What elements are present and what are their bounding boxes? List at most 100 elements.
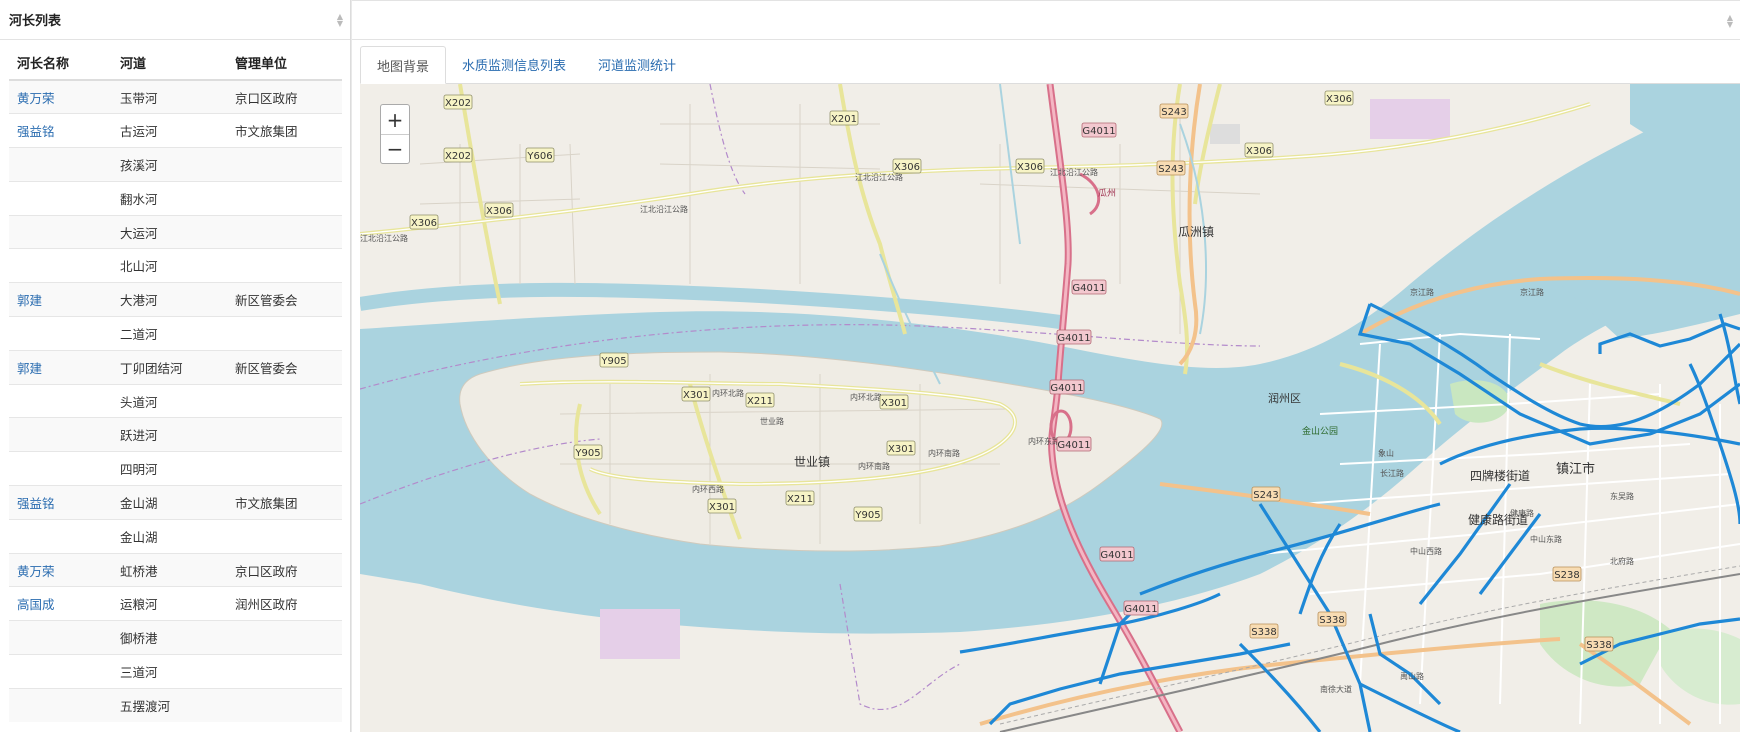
svg-text:X202: X202 (445, 98, 471, 109)
svg-text:X306: X306 (1017, 162, 1043, 173)
cell-river: 四明河 (112, 451, 227, 486)
svg-text:X211: X211 (787, 494, 813, 505)
table-row[interactable]: 金山湖 (9, 518, 342, 554)
svg-text:G4011: G4011 (1082, 126, 1115, 137)
chief-name-link[interactable]: 郭建 (17, 361, 42, 376)
road-name: 江北沿江公路 (360, 233, 408, 243)
chief-name-link[interactable]: 强益铭 (17, 124, 55, 139)
table-row[interactable]: 二道河 (9, 316, 342, 351)
cell-chief (9, 248, 112, 283)
collapse-arrows-icon[interactable]: ▲ ▼ (336, 13, 344, 28)
table-row[interactable]: 头道河 (9, 383, 342, 418)
cell-management-unit (227, 417, 342, 452)
provincial-badge-s243: S243 (1159, 103, 1189, 119)
cell-management-unit (227, 180, 342, 216)
svg-text:S243: S243 (1253, 490, 1278, 501)
cell-river: 大港河 (112, 282, 227, 317)
chief-name-link[interactable]: 高国成 (17, 597, 55, 612)
zoom-out-button[interactable]: − (381, 134, 409, 163)
road-badge-x301: X301 (886, 440, 916, 456)
panel-title: 河长列表 (9, 14, 62, 29)
cell-chief (9, 417, 112, 452)
table-row[interactable]: 翻水河 (9, 180, 342, 216)
cell-river: 翻水河 (112, 180, 227, 216)
cell-management-unit (227, 248, 342, 283)
provincial-badge-s243: S243 (1156, 160, 1186, 176)
table-row[interactable]: 孩溪河 (9, 147, 342, 182)
table-row[interactable]: 郭建 丁卯团结河 新区管委会 (9, 349, 342, 385)
cell-chief (9, 214, 112, 249)
cell-management-unit: 润州区政府 (227, 586, 342, 621)
road-badge-x202: X202 (443, 94, 473, 110)
cell-river: 玉带河 (112, 79, 227, 114)
road-badge-x202: X202 (443, 147, 473, 163)
chief-name-link[interactable]: 强益铭 (17, 496, 55, 511)
table-row[interactable]: 御桥港 (9, 620, 342, 655)
road-name: 内环南路 (858, 461, 890, 471)
table-row[interactable]: 强益铭 金山湖 市文旅集团 (9, 485, 342, 520)
table-row[interactable]: 五摆渡河 (9, 687, 342, 723)
cell-river: 金山湖 (112, 485, 227, 520)
cell-chief: 黄万荣 (9, 552, 112, 587)
table-row[interactable]: 高国成 运粮河 润州区政府 (9, 586, 342, 621)
svg-text:X306: X306 (1326, 94, 1352, 105)
cell-management-unit (227, 620, 342, 655)
table-row[interactable]: 强益铭 古运河 市文旅集团 (9, 113, 342, 148)
svg-text:Y905: Y905 (600, 356, 626, 367)
map-view[interactable]: 瓜洲镇 世业镇 润州区 金山公园 四牌楼街道 镇江市 健康路街道 瓜州 江北沿江… (360, 84, 1740, 732)
table-row[interactable]: 大运河 (9, 214, 342, 249)
cell-river: 金山湖 (112, 518, 227, 554)
cell-river: 五摆渡河 (112, 687, 227, 723)
table-row[interactable]: 四明河 (9, 451, 342, 486)
road-badge-x306: X306 (484, 202, 514, 218)
svg-text:Y905: Y905 (854, 510, 880, 521)
road-badge-y905: Y905 (599, 352, 629, 368)
table-row[interactable]: 北山河 (9, 248, 342, 283)
map-canvas[interactable]: 瓜洲镇 世业镇 润州区 金山公园 四牌楼街道 镇江市 健康路街道 瓜州 江北沿江… (360, 84, 1740, 732)
cell-management-unit (227, 147, 342, 182)
cell-management-unit (227, 383, 342, 418)
svg-text:X306: X306 (411, 218, 437, 229)
cell-management-unit (227, 214, 342, 249)
road-badge-x306: X306 (1015, 158, 1045, 174)
chief-name-link[interactable]: 黄万荣 (17, 564, 55, 579)
cell-chief (9, 180, 112, 216)
tab-map-background[interactable]: 地图背景 (360, 46, 447, 84)
road-badge-x306: X306 (1324, 90, 1354, 106)
road-name: 东吴路 (1610, 491, 1634, 501)
road-name: 京江路 (1520, 287, 1544, 297)
road-name: 江北沿江公路 (855, 172, 903, 182)
highway-badge-g4011: G4011 (1056, 436, 1092, 452)
svg-text:S338: S338 (1251, 627, 1276, 638)
zoom-control: + − (380, 104, 410, 164)
highway-badge-g4011: G4011 (1049, 379, 1085, 395)
road-name: 中山东路 (1530, 534, 1562, 544)
road-name: 南徐大道 (1320, 684, 1352, 694)
tab-river-statistics[interactable]: 河道监测统计 (582, 45, 692, 83)
svg-text:X301: X301 (683, 390, 709, 401)
label-guazhou: 瓜州 (1098, 188, 1116, 199)
column-header-chief[interactable]: 河长名称 (9, 46, 112, 81)
table-row[interactable]: 郭建 大港河 新区管委会 (9, 282, 342, 317)
chief-name-link[interactable]: 郭建 (17, 293, 42, 308)
table-row[interactable]: 黄万荣 虹桥港 京口区政府 (9, 552, 342, 587)
column-header-unit[interactable]: 管理单位 (227, 46, 342, 81)
river-chief-panel: 河长列表 ▲ ▼ 河长名称 河道 管理单位 黄万荣 玉带河 京口区政府 强益铭 古运河 市文… (0, 0, 351, 732)
panel-header: 河长列表 ▲ ▼ (0, 0, 350, 40)
road-name: 长江路 (1380, 468, 1404, 478)
table-row[interactable]: 三道河 (9, 654, 342, 689)
column-header-river[interactable]: 河道 (112, 46, 227, 81)
svg-text:X201: X201 (831, 114, 857, 125)
cell-chief: 强益铭 (9, 113, 112, 148)
collapse-arrows-icon[interactable]: ▲ ▼ (1726, 14, 1734, 29)
map-panel-header: ▲ ▼ (352, 0, 1740, 40)
cell-management-unit (227, 518, 342, 554)
tab-water-quality-list[interactable]: 水质监测信息列表 (446, 45, 582, 83)
label-zhenjiang-city: 镇江市 (1556, 461, 1595, 477)
chief-name-link[interactable]: 黄万荣 (17, 91, 55, 106)
road-badge-x211: X211 (745, 392, 775, 408)
zoom-in-button[interactable]: + (381, 105, 409, 134)
table-row[interactable]: 跃进河 (9, 417, 342, 452)
table-row[interactable]: 黄万荣 玉带河 京口区政府 (9, 79, 342, 114)
road-name: 禹山路 (1400, 671, 1424, 681)
